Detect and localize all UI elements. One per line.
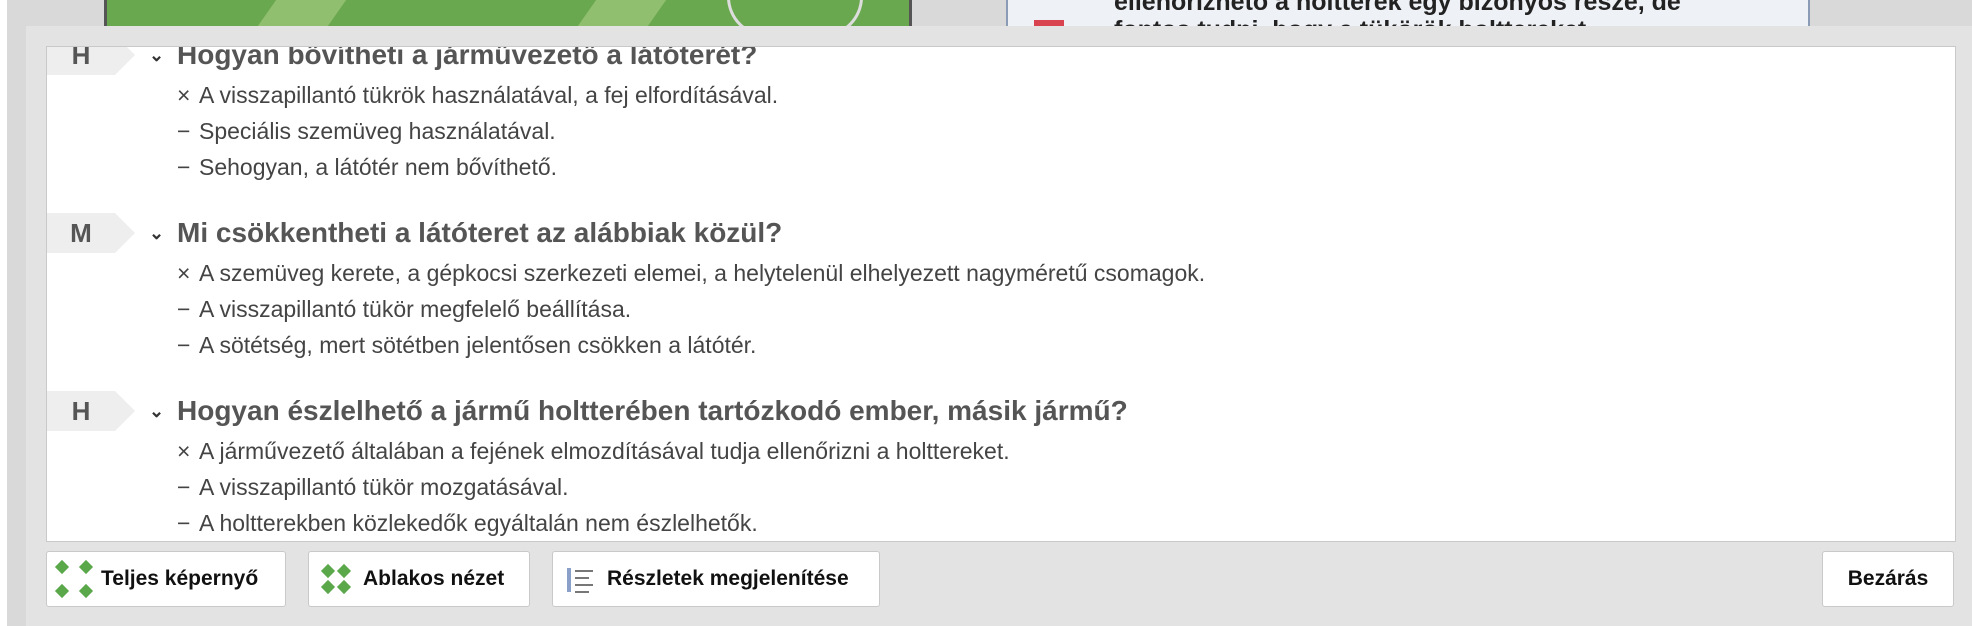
question-title[interactable]: Hogyan bővítheti a járművezető a látóter… (177, 47, 757, 75)
close-label: Bezárás (1847, 567, 1929, 590)
chevron-down-icon[interactable]: ⌄ (149, 397, 164, 421)
background-illustration (104, 0, 912, 26)
chevron-down-icon[interactable]: ⌄ (149, 219, 164, 243)
fullscreen-button[interactable]: Teljes képernyő (46, 551, 286, 607)
answer-item: − A visszapillantó tükör mozgatásával. (177, 474, 569, 500)
windowed-view-button[interactable]: Ablakos nézet (308, 551, 530, 607)
background-panel-text: ellenőrizhető a holtterek egy bizonyos r… (1114, 0, 1681, 16)
close-button[interactable]: Bezárás (1822, 551, 1954, 607)
question-badge: H (47, 391, 135, 431)
show-details-button[interactable]: Részletek megjelenítése (552, 551, 880, 607)
show-details-label: Részletek megjelenítése (607, 567, 849, 590)
background-info-panel: ellenőrizhető a holtterek egy bizonyos r… (1006, 0, 1810, 26)
question-badge: M (47, 213, 135, 253)
list-icon (563, 562, 597, 596)
answer-correct: × A szemüveg kerete, a gépkocsi szerkezet… (177, 260, 1206, 286)
answer-item: − Speciális szemüveg használatával. (177, 118, 556, 144)
answer-correct: × A visszapillantó tükrök használatával, … (177, 82, 779, 108)
windowed-icon (319, 562, 353, 596)
answer-correct: × A járművezető általában a fejének elmoz… (177, 438, 1010, 464)
answer-item: − Sehogyan, a látótér nem bővíthető. (177, 154, 558, 180)
answer-item: − A visszapillantó tükör megfelelő beállí… (177, 296, 632, 322)
windowed-view-label: Ablakos nézet (363, 567, 505, 590)
fullscreen-icon (54, 559, 94, 599)
fullscreen-label: Teljes képernyő (101, 567, 259, 590)
question-title[interactable]: Hogyan észlelhető a jármű holtterében ta… (177, 391, 1128, 431)
questions-list[interactable]: H ⌄ Hogyan bővítheti a járművezető a lát… (46, 46, 1956, 542)
question-badge: H (47, 47, 135, 75)
page-edge (0, 0, 7, 626)
answer-item: − A sötétség, mert sötétben jelentősen cs… (177, 332, 757, 358)
chevron-down-icon[interactable]: ⌄ (149, 47, 164, 65)
question-title[interactable]: Mi csökkentheti a látóteret az alábbiak … (177, 213, 782, 253)
background-panel-text-2: fontos tudni, hogy a tükörök holttereket (1114, 16, 1586, 26)
answer-item: − A holtterekben közlekedők egyáltalán ne… (177, 510, 758, 536)
questions-modal: H ⌄ Hogyan bővítheti a járművezető a lát… (26, 26, 1972, 626)
